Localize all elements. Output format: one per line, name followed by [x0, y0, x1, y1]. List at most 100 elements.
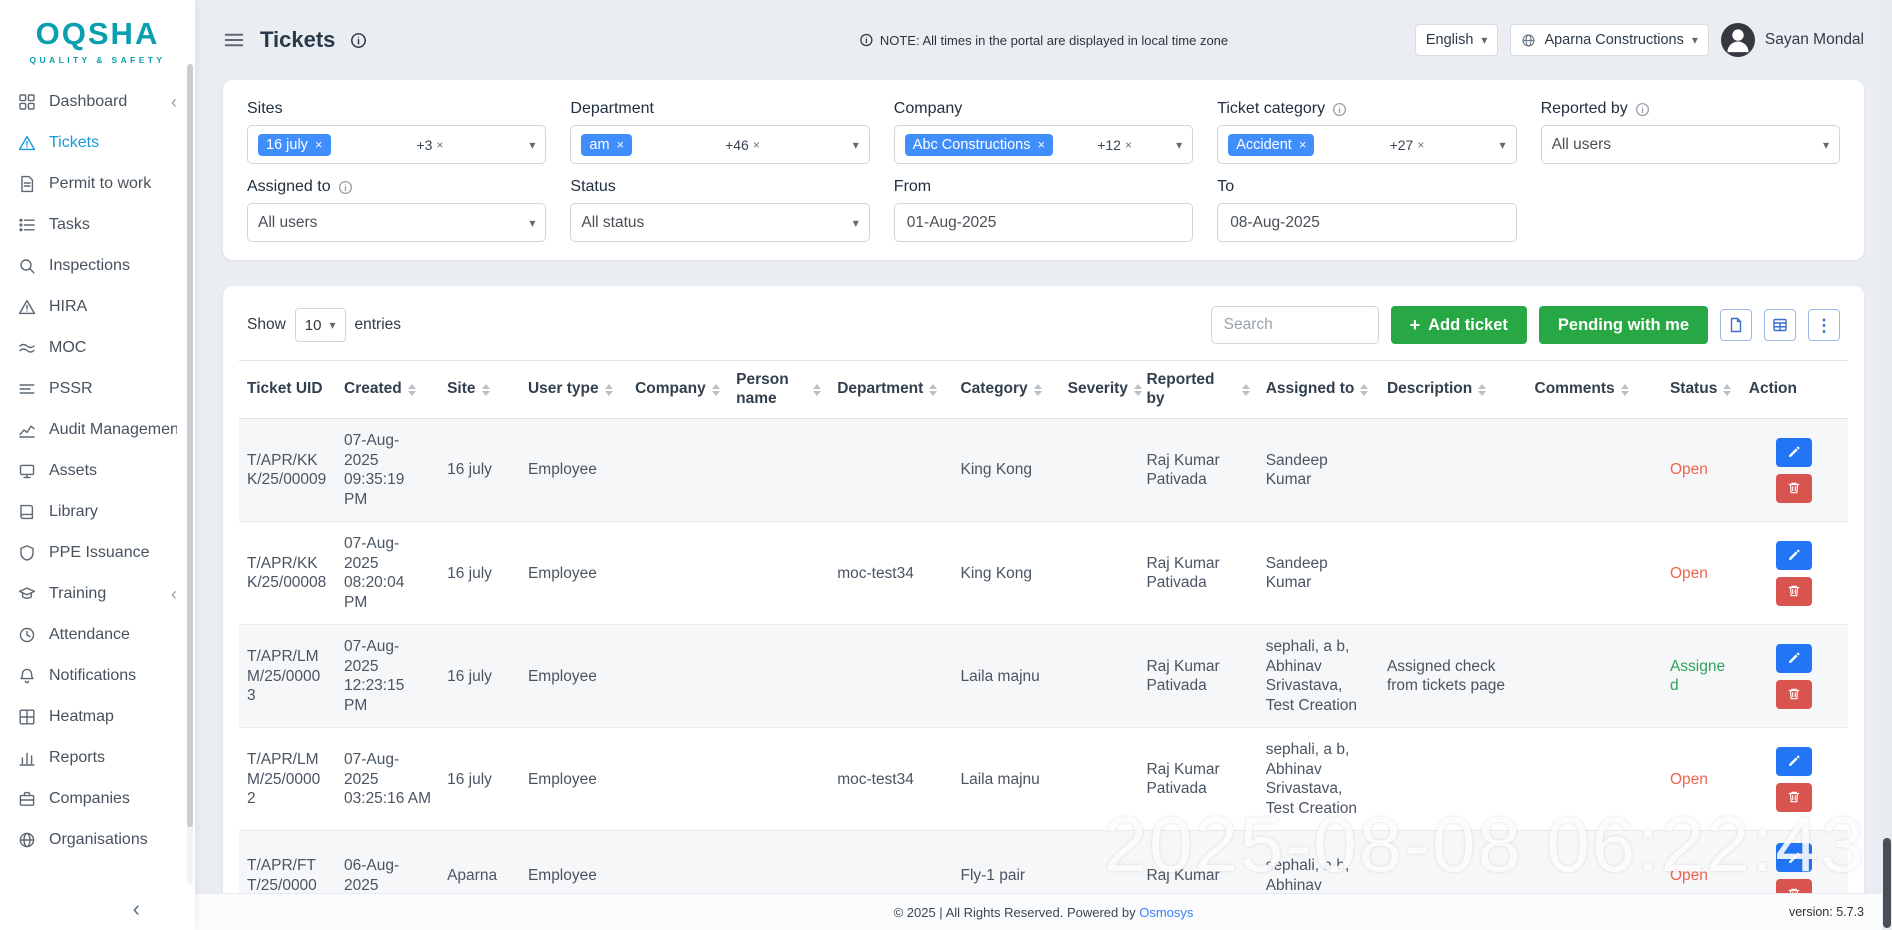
organisation-select[interactable]: Aparna Constructions ▾	[1510, 24, 1708, 56]
sidebar-item-notifications[interactable]: Notifications	[0, 655, 195, 696]
pending-with-me-button[interactable]: Pending with me	[1539, 306, 1708, 344]
chevron-left-icon[interactable]: ‹	[171, 585, 177, 603]
page-size-select[interactable]: 10 ▾	[295, 308, 346, 342]
selected-chip[interactable]: Abc Constructions×	[905, 134, 1053, 156]
column-header-person-name[interactable]: Person name	[728, 361, 829, 419]
column-visibility-button[interactable]	[1764, 309, 1796, 341]
sidebar-item-tickets[interactable]: Tickets	[0, 122, 195, 163]
from-date-input[interactable]	[894, 203, 1193, 242]
sort-icon	[482, 384, 490, 396]
column-header-status[interactable]: Status	[1662, 361, 1741, 419]
edit-ticket-button[interactable]	[1776, 843, 1812, 872]
page-scrollbar[interactable]	[1882, 0, 1892, 930]
more-options-button[interactable]: ⋮	[1808, 309, 1840, 341]
remove-chip-icon[interactable]: ×	[1037, 137, 1045, 152]
column-header-comments[interactable]: Comments	[1527, 361, 1662, 419]
language-select[interactable]: English ▾	[1415, 24, 1499, 56]
sidebar-item-assets[interactable]: Assets	[0, 450, 195, 491]
osmosys-link[interactable]: Osmosys	[1139, 905, 1193, 920]
selected-chip[interactable]: Accident×	[1228, 134, 1314, 156]
chevron-left-icon[interactable]: ‹	[171, 93, 177, 111]
delete-ticket-button[interactable]	[1776, 783, 1812, 812]
delete-ticket-button[interactable]	[1776, 879, 1812, 893]
sidebar-item-organisations[interactable]: Organisations	[0, 819, 195, 860]
cell-user-type: Employee	[520, 419, 627, 522]
sidebar-item-pssr[interactable]: PSSR	[0, 368, 195, 409]
sidebar-item-library[interactable]: Library	[0, 491, 195, 532]
column-header-company[interactable]: Company	[627, 361, 728, 419]
info-icon[interactable]	[338, 180, 353, 195]
sidebar-item-companies[interactable]: Companies	[0, 778, 195, 819]
clear-icon[interactable]: ×	[753, 138, 760, 152]
column-header-reported-by[interactable]: Reported by	[1138, 361, 1257, 419]
scrollbar-thumb[interactable]	[187, 64, 193, 827]
more-count[interactable]: +12×	[1097, 137, 1132, 153]
info-icon[interactable]	[1635, 102, 1650, 117]
delete-ticket-button[interactable]	[1776, 680, 1812, 709]
sidebar-item-reports[interactable]: Reports	[0, 737, 195, 778]
sidebar-scrollbar[interactable]	[187, 64, 193, 884]
sidebar-item-moc[interactable]: MOC	[0, 327, 195, 368]
to-date-input[interactable]	[1217, 203, 1516, 242]
ticket-category-multiselect[interactable]: Accident× +27× ▾	[1217, 125, 1516, 164]
edit-ticket-button[interactable]	[1776, 747, 1812, 776]
sidebar-item-tasks[interactable]: Tasks	[0, 204, 195, 245]
column-header-category[interactable]: Category	[952, 361, 1059, 419]
company-multiselect[interactable]: Abc Constructions× +12× ▾	[894, 125, 1193, 164]
column-header-site[interactable]: Site	[439, 361, 520, 419]
remove-chip-icon[interactable]: ×	[1299, 137, 1307, 152]
brand-logo[interactable]: OQSHA QUALITY & SAFETY	[0, 0, 195, 75]
clear-icon[interactable]: ×	[436, 138, 443, 152]
cell-created: 07-Aug-2025 09:35:19 PM	[336, 419, 439, 522]
search-input[interactable]	[1211, 306, 1379, 344]
clear-icon[interactable]: ×	[1125, 138, 1132, 152]
sites-multiselect[interactable]: 16 july× +3× ▾	[247, 125, 546, 164]
sidebar-item-audit-management[interactable]: Audit Management	[0, 409, 195, 450]
reported-by-select[interactable]: All users ▾	[1541, 125, 1840, 164]
sidebar-collapse-button[interactable]: ‹	[0, 896, 195, 922]
sidebar-item-label: PSSR	[49, 380, 93, 398]
sidebar-item-hira[interactable]: HIRA	[0, 286, 195, 327]
add-ticket-button[interactable]: + Add ticket	[1391, 306, 1527, 344]
tickets-info-icon[interactable]	[350, 32, 367, 49]
department-multiselect[interactable]: am× +46× ▾	[570, 125, 869, 164]
edit-ticket-button[interactable]	[1776, 541, 1812, 570]
column-header-user-type[interactable]: User type	[520, 361, 627, 419]
export-file-button[interactable]	[1720, 309, 1752, 341]
remove-chip-icon[interactable]: ×	[617, 137, 625, 152]
more-count[interactable]: +3×	[416, 137, 443, 153]
sidebar: OQSHA QUALITY & SAFETY Dashboard‹Tickets…	[0, 0, 195, 930]
info-icon[interactable]	[1332, 102, 1347, 117]
more-count[interactable]: +27×	[1390, 137, 1425, 153]
column-header-department[interactable]: Department	[829, 361, 952, 419]
selected-chip[interactable]: am×	[581, 134, 632, 156]
status-badge: Open	[1670, 565, 1708, 582]
edit-ticket-button[interactable]	[1776, 644, 1812, 673]
edit-ticket-button[interactable]	[1776, 438, 1812, 467]
sidebar-item-training[interactable]: Training‹	[0, 573, 195, 614]
menu-icon[interactable]	[223, 29, 245, 51]
status-badge: Open	[1670, 867, 1708, 884]
delete-ticket-button[interactable]	[1776, 474, 1812, 503]
sidebar-item-permit-to-work[interactable]: Permit to work	[0, 163, 195, 204]
cell-status: Open	[1662, 728, 1741, 831]
sidebar-item-inspections[interactable]: Inspections	[0, 245, 195, 286]
more-count[interactable]: +46×	[725, 137, 760, 153]
user-menu[interactable]: Sayan Mondal	[1721, 23, 1864, 57]
status-select[interactable]: All status ▾	[570, 203, 869, 242]
chevron-down-icon: ▾	[1500, 139, 1506, 151]
assigned-to-select[interactable]: All users ▾	[247, 203, 546, 242]
sidebar-item-attendance[interactable]: Attendance	[0, 614, 195, 655]
sidebar-item-heatmap[interactable]: Heatmap	[0, 696, 195, 737]
remove-chip-icon[interactable]: ×	[315, 137, 323, 152]
column-header-severity[interactable]: Severity	[1060, 361, 1139, 419]
column-header-description[interactable]: Description	[1379, 361, 1527, 419]
column-header-assigned-to[interactable]: Assigned to	[1258, 361, 1379, 419]
sidebar-item-ppe-issuance[interactable]: PPE Issuance	[0, 532, 195, 573]
selected-chip[interactable]: 16 july×	[258, 134, 331, 156]
scrollbar-thumb[interactable]	[1883, 838, 1891, 928]
clear-icon[interactable]: ×	[1417, 138, 1424, 152]
sidebar-item-dashboard[interactable]: Dashboard‹	[0, 81, 195, 122]
delete-ticket-button[interactable]	[1776, 577, 1812, 606]
column-header-created[interactable]: Created	[336, 361, 439, 419]
